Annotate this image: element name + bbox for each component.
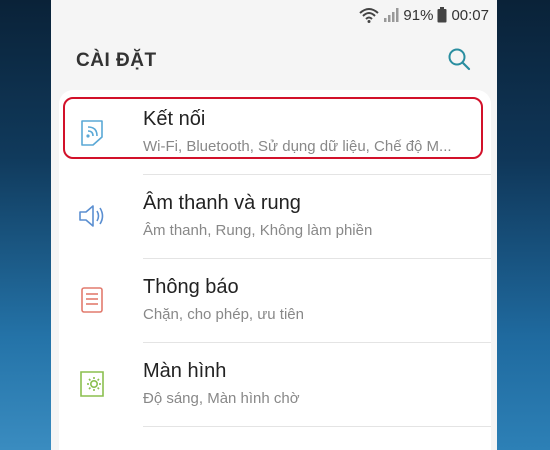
clock: 00:07 (451, 6, 489, 24)
settings-item-subtitle: Wi-Fi, Bluetooth, Sử dụng dữ liệu, Chế đ… (143, 138, 452, 155)
wifi-icon (359, 7, 380, 23)
settings-item-title: Màn hình (143, 360, 227, 382)
battery-percent: 91% (403, 6, 434, 24)
search-icon (447, 47, 471, 76)
divider (143, 426, 491, 427)
settings-item-notifications[interactable]: Thông báo Chặn, cho phép, ưu tiên (59, 258, 491, 342)
connections-icon (75, 115, 109, 149)
settings-item-title: Âm thanh và rung (143, 192, 301, 214)
settings-item-subtitle: Chặn, cho phép, ưu tiên (143, 306, 304, 323)
settings-item-title: Thông báo (143, 276, 239, 298)
settings-item-subtitle: Độ sáng, Màn hình chờ (143, 390, 300, 407)
settings-item-display[interactable]: Màn hình Độ sáng, Màn hình chờ (59, 342, 491, 426)
settings-item-sound[interactable]: Âm thanh và rung Âm thanh, Rung, Không l… (59, 174, 491, 258)
settings-list: Kết nối Wi-Fi, Bluetooth, Sử dụng dữ liệ… (59, 90, 491, 450)
settings-item-title: Kết nối (143, 108, 206, 130)
battery-icon (437, 7, 447, 23)
signal-icon (383, 7, 399, 23)
app-header: CÀI ĐẶT (51, 30, 497, 90)
search-button[interactable] (445, 47, 473, 75)
sound-icon (75, 199, 109, 233)
phone-screen: 91% 00:07 CÀI ĐẶT Kết nối Wi-Fi, Bluetoo… (51, 0, 497, 450)
settings-item-subtitle: Âm thanh, Rung, Không làm phiền (143, 222, 373, 239)
page-title: CÀI ĐẶT (76, 50, 157, 71)
notifications-icon (75, 283, 109, 317)
display-icon (75, 367, 109, 401)
background-left (0, 0, 51, 450)
background-right (497, 0, 550, 450)
settings-item-connections[interactable]: Kết nối Wi-Fi, Bluetooth, Sử dụng dữ liệ… (59, 90, 491, 174)
status-bar: 91% 00:07 (51, 0, 497, 30)
